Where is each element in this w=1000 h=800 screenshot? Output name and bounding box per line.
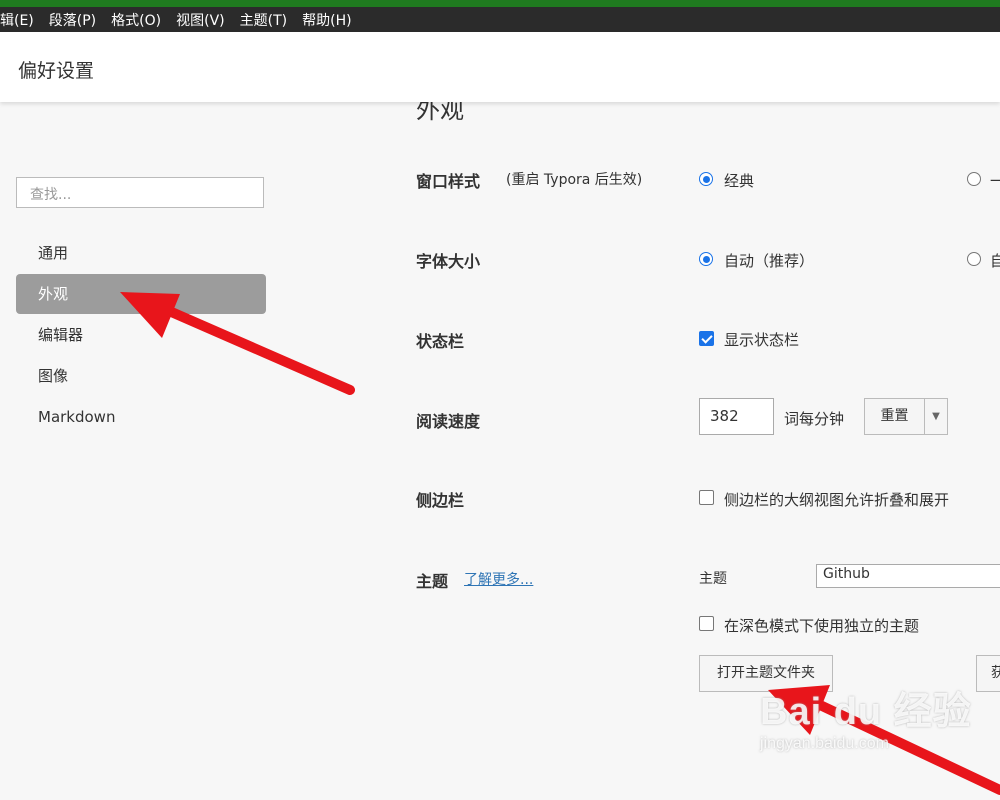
watermark-url: jingyan.baidu.com [760, 735, 889, 752]
watermark-logo-text: Bai du 经验 [760, 691, 972, 733]
annotation-arrow-sidebar [120, 292, 355, 395]
baidu-watermark: Bai du 经验 jingyan.baidu.com [760, 680, 972, 753]
